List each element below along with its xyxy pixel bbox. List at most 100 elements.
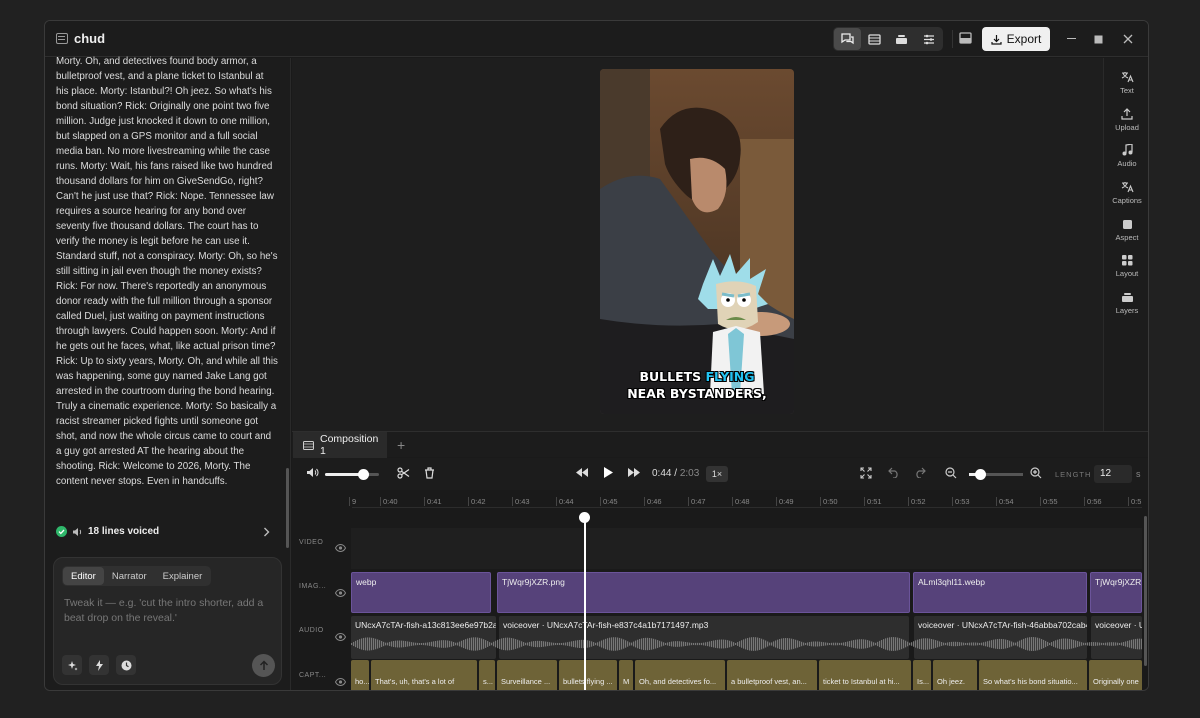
tool-text[interactable]: Text [1104,70,1148,95]
tool-aspect[interactable]: Aspect [1104,217,1148,242]
film-view-button[interactable] [861,28,888,50]
composition-tab-label: Composition 1 [319,433,379,457]
minimize-button[interactable] [1063,30,1081,48]
history-button[interactable] [116,655,136,675]
add-composition-button[interactable]: + [397,437,405,453]
total-time: 2:03 [679,468,700,479]
playback-rate-button[interactable]: 1× [706,466,728,482]
chevron-right-icon [264,527,270,537]
adjust-view-button[interactable] [915,28,942,50]
tab-composition-1[interactable]: Composition 1 [293,432,387,458]
zoom-out-button[interactable] [945,467,957,479]
tool-layout[interactable]: Layout [1104,253,1148,278]
quick-action-button[interactable] [89,655,109,675]
caption-clip[interactable]: That's, uh, that's a lot of [371,660,477,690]
video-lane[interactable] [351,528,1142,569]
caption-clip[interactable]: s... [479,660,495,690]
tool-upload[interactable]: Upload [1104,107,1148,132]
script-scrollbar[interactable] [286,468,289,548]
expand-voiced-button[interactable] [263,526,270,540]
ruler-tick: 0:49 [776,497,794,506]
lightning-icon [95,659,103,671]
redo-icon [916,467,926,478]
caption-clip[interactable]: So what's his bond situatio... [979,660,1087,690]
audio-clip-label: UNcxA7cTAr-fish-a13c813ee6e97b2a.m [355,620,496,630]
caption-clip[interactable]: M [619,660,633,690]
timeline-vertical-scrollbar[interactable] [1144,516,1147,666]
tool-audio-label: Audio [1117,159,1137,168]
caption-clip[interactable]: Oh, and detectives fo... [635,660,725,690]
layout-grid-icon [1121,254,1132,265]
speaker-icon [73,527,82,536]
caption-clip[interactable]: bullets flying ... [559,660,617,690]
fast-forward-button[interactable] [628,468,641,477]
fit-button[interactable] [860,467,872,479]
layers-view-button[interactable] [888,28,915,50]
script-panel: Morty. Oh, and detectives found body arm… [45,56,291,690]
video-visibility-toggle[interactable] [334,539,347,557]
export-button[interactable]: Export [982,27,1050,51]
current-time: 0:44 [652,468,672,479]
caption-clip[interactable]: Surveillance ... [497,660,557,690]
close-button[interactable] [1119,30,1137,48]
voiced-status[interactable]: 18 lines voiced [56,526,159,537]
stack-icon [896,34,907,44]
zoom-in-button[interactable] [1030,467,1042,479]
playhead-handle[interactable] [579,512,590,523]
image-clip[interactable]: ALml3qhl11.webp [913,572,1087,613]
audio-lane: UNcxA7cTAr-fish-a13c813ee6e97b2a.m voice… [351,616,1142,659]
play-icon [604,467,613,478]
play-button[interactable] [604,467,613,478]
image-clip[interactable]: TjWqr9jXZR.png [497,572,910,613]
chat-view-button[interactable] [834,28,861,50]
tool-text-label: Text [1120,86,1134,95]
tool-layers[interactable]: Layers [1104,290,1148,315]
image-clip[interactable]: webp [351,572,491,613]
text-translate-icon [1121,72,1134,83]
caption-clip[interactable]: a bulletproof vest, an... [727,660,817,690]
time-ruler[interactable]: 9 0:40 0:41 0:42 0:43 0:44 0:45 0:46 0:4… [348,490,1142,508]
split-button[interactable] [397,467,410,479]
caption-clip[interactable]: ticket to Istanbul at hi... [819,660,911,690]
image-visibility-toggle[interactable] [334,584,347,602]
caption-clip[interactable]: Originally one [1089,660,1142,690]
caption-clip[interactable]: ho... [351,660,369,690]
panel-layout-button[interactable] [959,31,972,49]
rewind-button[interactable] [576,468,589,477]
sliders-icon [923,34,934,44]
length-value: 12 [1100,468,1112,479]
tool-audio[interactable]: Audio [1104,143,1148,168]
length-input[interactable]: 12 [1094,465,1132,483]
tab-narrator[interactable]: Narrator [104,567,155,585]
volume-button[interactable] [306,467,319,478]
maximize-icon [1094,35,1102,43]
zoom-slider[interactable] [969,469,1023,480]
ruler-tick: 0:52 [908,497,926,506]
film-icon [303,440,314,450]
prompt-input[interactable]: Tweak it — e.g. 'cut the intro shorter, … [64,596,276,626]
video-preview[interactable]: BULLETS FLYING NEAR BYSTANDERS, [600,69,794,414]
zoom-handle[interactable] [974,469,986,480]
audio-visibility-toggle[interactable] [334,628,347,646]
caption-visibility-toggle[interactable] [334,673,347,690]
image-clip[interactable]: TjWqr9jXZR.p [1090,572,1142,613]
maximize-button[interactable] [1089,30,1107,48]
delete-button[interactable] [424,467,435,479]
volume-slider[interactable] [325,469,379,480]
tab-editor[interactable]: Editor [63,567,104,585]
send-button[interactable] [252,654,275,677]
tool-captions[interactable]: Captions [1104,180,1148,205]
undo-button[interactable] [888,467,900,478]
magic-button[interactable] [62,655,82,675]
redo-button[interactable] [914,467,926,478]
caption-clip[interactable]: Oh jeez. [933,660,977,690]
app-title: chud [74,31,106,46]
trash-icon [425,467,434,479]
tab-explainer[interactable]: Explainer [155,567,211,585]
toolbar-divider [952,30,953,48]
export-label: Export [1006,32,1042,46]
playhead[interactable] [584,520,586,690]
volume-handle[interactable] [357,469,369,480]
composition-tabs: Composition 1 + [292,431,1148,458]
caption-clip[interactable]: Is... [913,660,931,690]
